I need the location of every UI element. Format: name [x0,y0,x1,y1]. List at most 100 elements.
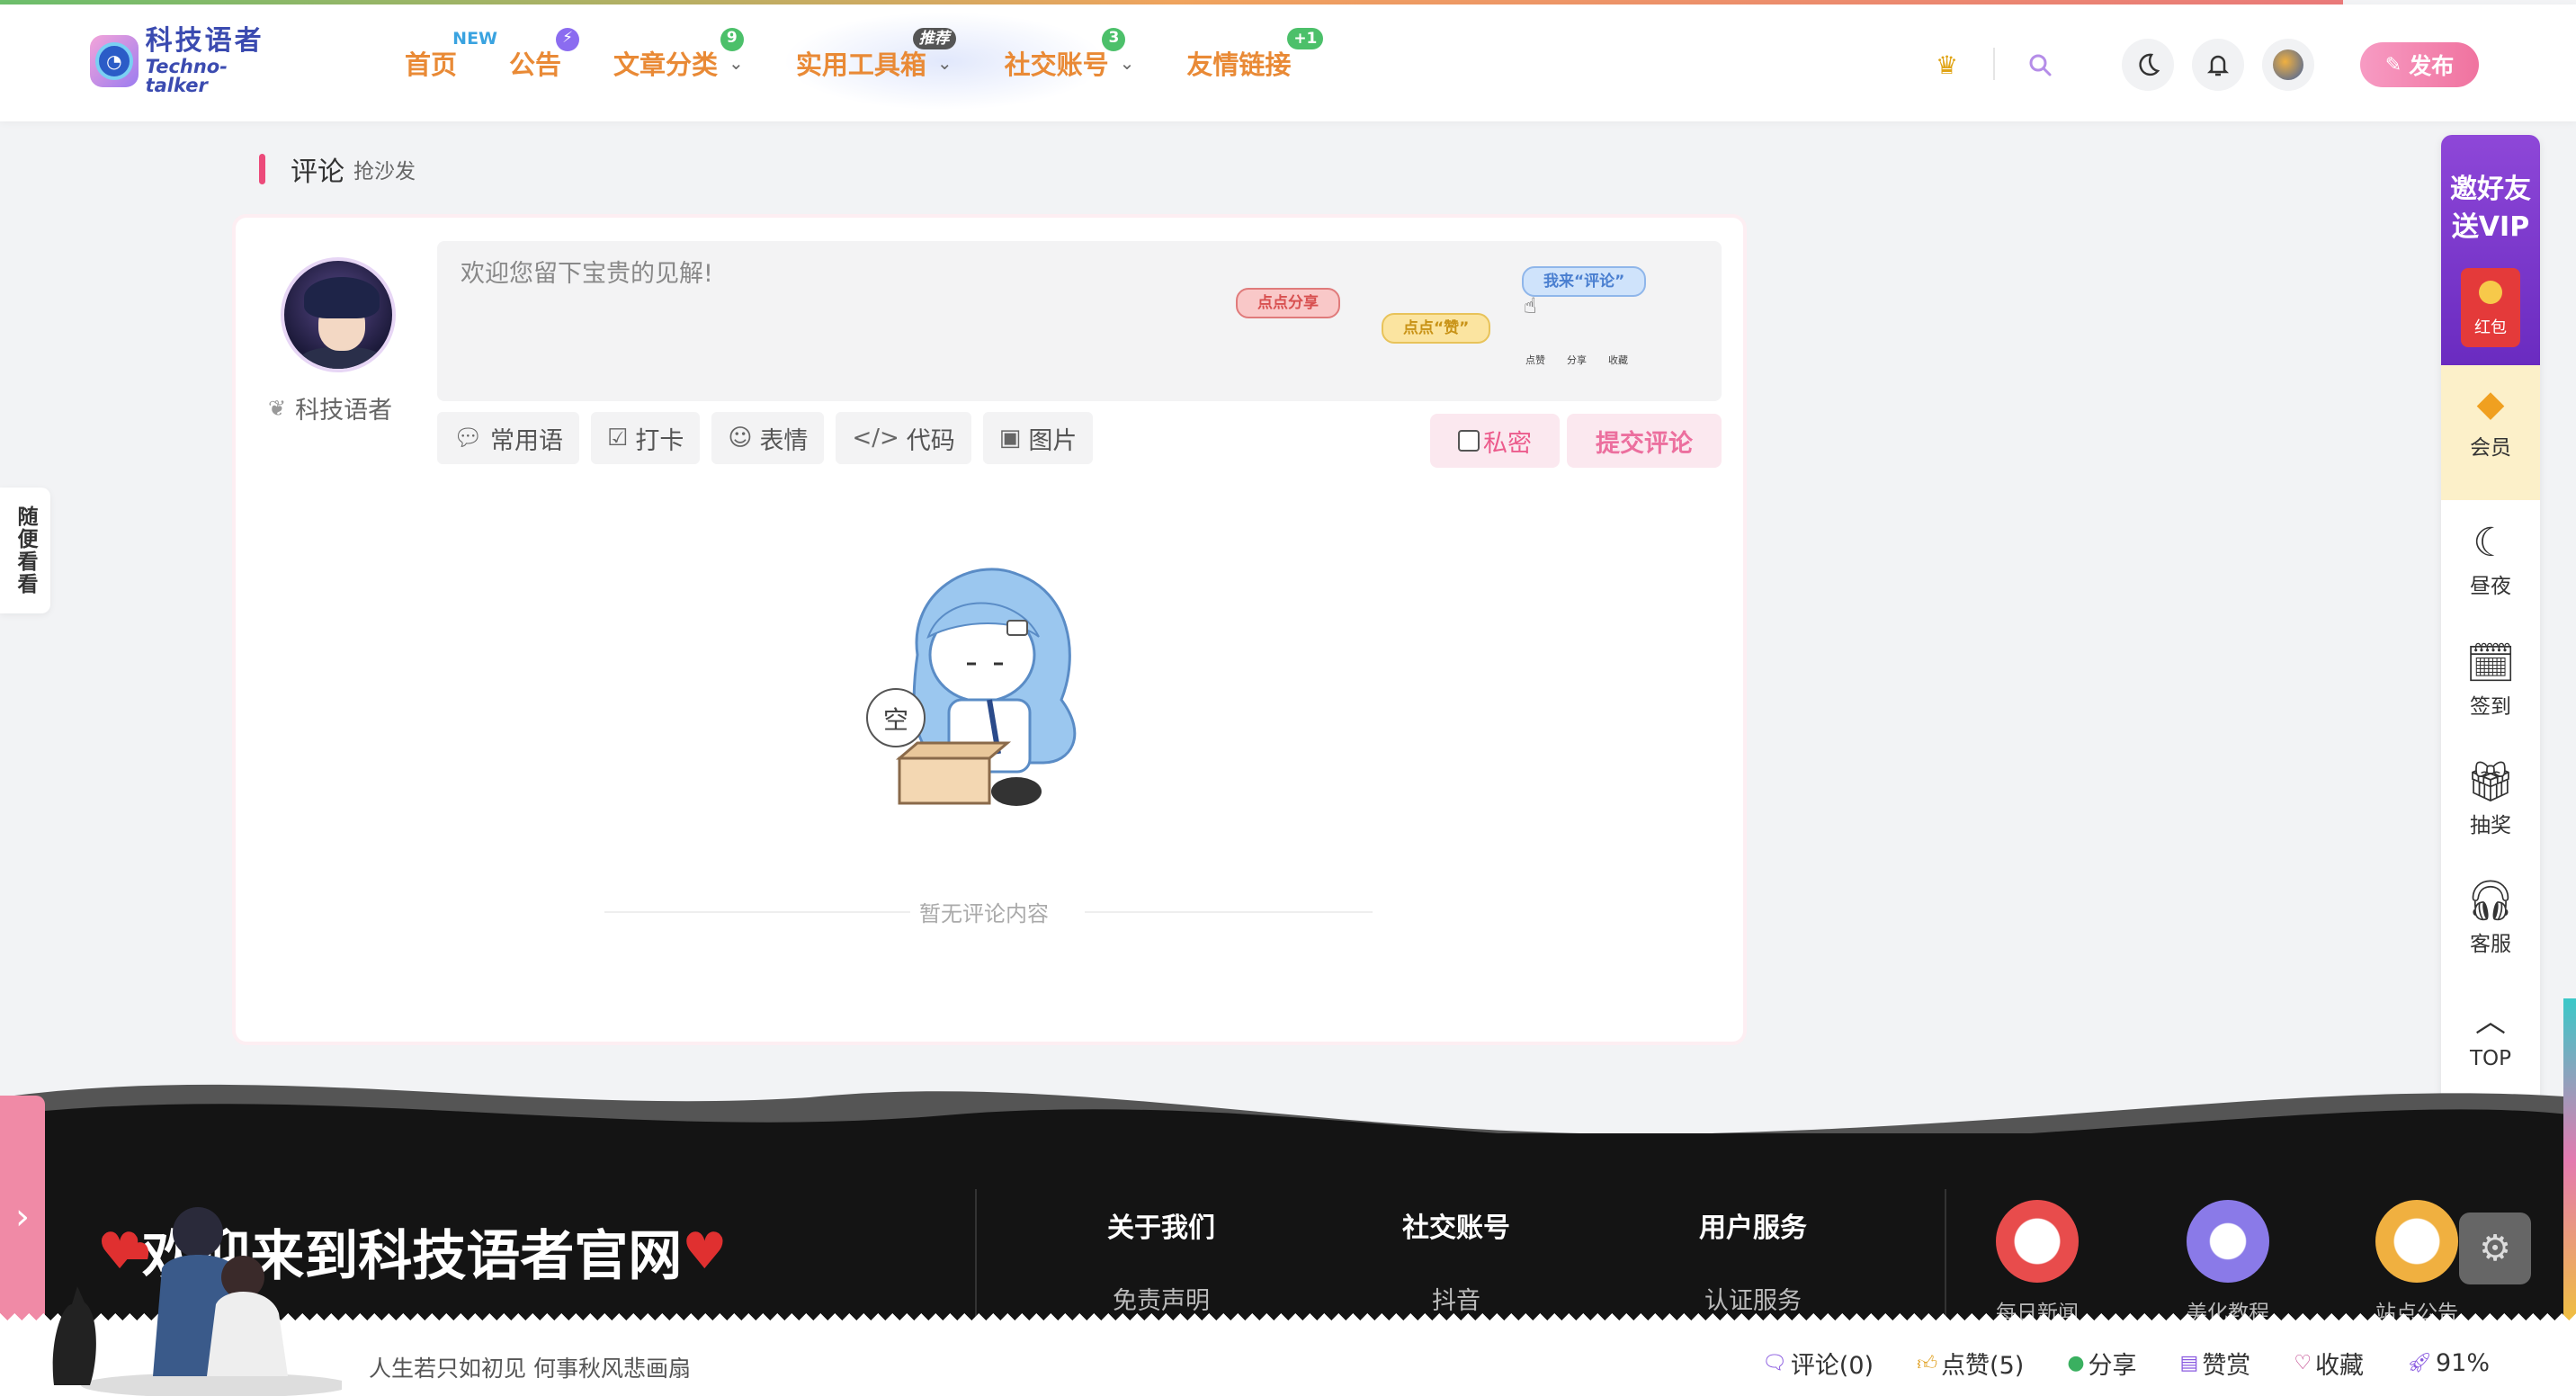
nav-social-label: 社交账号 [1004,49,1109,80]
nav-links[interactable]: 友情链接 +1 [1186,28,1324,82]
promo-tiny-fav: 收藏 [1608,354,1628,366]
read-progress[interactable]: 🚀︎ 91% [2407,1346,2490,1381]
common-phrases-button[interactable]: 💬︎ 常用语 [437,412,580,464]
lottery-button[interactable]: 🎁︎ 抽奖 [2441,757,2540,838]
nav-social[interactable]: 社交账号 3 ⌄ [1004,28,1135,82]
footer-col-about: 关于我们 免责声明 [1085,1205,1238,1316]
code-button[interactable]: </> 代码 [836,412,971,464]
comment-user: ❦ 科技语者 [268,390,392,425]
red-envelope-icon: 红包 [2461,268,2520,347]
lottery-label: 抽奖 [2470,814,2511,837]
couple-cat-illustration [52,1207,342,1396]
checkin-button[interactable]: ☑ 打卡 [591,412,701,464]
footer-link[interactable]: 抖音 [1380,1281,1533,1316]
news-icon [1996,1200,2079,1283]
chevron-down-icon: ⌄ [729,52,744,74]
heart-outline-icon: ♡ [2294,1352,2312,1374]
heart-icon: ♥ [682,1222,728,1281]
empty-illustration: 空 [866,568,1077,806]
private-toggle[interactable]: 私密 [1430,414,1560,468]
back-to-top-button[interactable]: ︿ TOP [2441,997,2540,1070]
day-night-label: 昼夜 [2470,575,2511,598]
nav-categories-badge: 9 [720,28,744,51]
title-accent-bar [259,154,265,184]
member-button[interactable]: ◆ 会员 [2441,365,2540,500]
app-site-notice[interactable]: 站点公告 [2358,1200,2475,1326]
nav-home[interactable]: 首页 NEW [405,29,497,82]
nav-toolbox[interactable]: 实用工具箱 推荐 ⌄ [796,28,956,82]
nav-home-label: 首页 [405,49,458,80]
footer-col-service: 用户服务 认证服务 [1677,1205,1829,1316]
favorite-button[interactable]: ♡ 收藏 [2294,1346,2364,1381]
footer-col-social: 社交账号 抖音 [1380,1205,1533,1316]
nav-social-badge: 3 [1102,28,1126,51]
search-icon[interactable] [2027,39,2053,91]
favorite-label: 收藏 [2315,1352,2365,1380]
image-button[interactable]: ▣ 图片 [982,412,1094,464]
nav-toolbox-badge: 推荐 [912,28,956,49]
book-icon [2187,1200,2269,1283]
like-button[interactable]: 👍︎ 点赞(5) [1917,1346,2024,1381]
day-night-button[interactable]: ☾ 昼夜 [2441,518,2540,599]
random-browse-tab[interactable]: 随便看看 [0,488,50,613]
nav-categories[interactable]: 文章分类 9 ⌄ [613,28,744,82]
promo-tiny-share: 分享 [1567,354,1587,366]
checkbox-icon: ☑ [607,425,629,452]
share-button[interactable]: ● 分享 [2067,1346,2136,1381]
emoji-button[interactable]: ☺ 表情 [711,412,825,464]
private-checkbox[interactable] [1458,430,1480,452]
chevron-right-icon: › [15,1196,30,1238]
diamond-icon: ◆ [2476,383,2505,425]
tool-label: 打卡 [635,426,684,455]
bell-icon[interactable] [2192,39,2244,91]
invite-vip-banner[interactable]: 邀好友送VIP 红包 [2441,135,2540,365]
footer-motto: 人生若只如初见 何事秋风悲画扇 [369,1356,691,1382]
chevron-down-icon: ⌄ [1119,52,1135,74]
footer-col-heading: 用户服务 [1699,1213,1807,1244]
site-logo[interactable]: ◔ 科技语者 Techno-talker [90,27,279,94]
footer-col-heading: 社交账号 [1402,1213,1510,1244]
vip-text: 邀好友送VIP [2450,174,2531,243]
logo-icon: ◔ [90,35,139,87]
support-button[interactable]: 🎧︎ 客服 [2441,876,2540,957]
speech-bubble-icon: 💬︎ [453,425,484,452]
side-color-strip [2563,998,2576,1322]
reward-icon: ▤ [2179,1352,2199,1374]
moon-icon[interactable] [2122,39,2174,91]
moon-icon: ☾ [2473,520,2509,566]
comment-input[interactable]: 欢迎您留下宝贵的见解! 点点分享 点点“赞” 我来“评论” ☝ 点赞 分享 收藏 [437,241,1722,401]
footer-divider [1945,1189,1946,1322]
settings-gear-icon[interactable]: ⚙ [2459,1213,2531,1284]
main-nav: 首页 NEW 公告 ⚡ 文章分类 9 ⌄ 实用工具箱 推荐 ⌄ 社交账号 3 ⌄… [405,28,1343,91]
calendar-check-icon: 🗓︎ [2465,640,2516,686]
comment-count-button[interactable]: 🗨︎ 评论(0) [1762,1346,1874,1381]
avatar[interactable] [281,257,396,372]
app-tutorial[interactable]: 美化教程 [2169,1200,2286,1326]
share-label: 分享 [2088,1352,2137,1380]
chevron-down-icon: ⌄ [936,52,953,74]
nav-home-badge: NEW [452,29,498,49]
reward-button[interactable]: ▤ 赞赏 [2180,1346,2251,1381]
smile-icon: ☺ [728,425,753,452]
comment-subtitle: 抢沙发 [353,160,416,183]
bottom-bar-edge [0,1313,2576,1328]
checkin-side-button[interactable]: 🗓︎ 签到 [2441,639,2540,720]
comment-section-title: 评论 抢沙发 [259,149,416,189]
member-label: 会员 [2470,436,2511,460]
comment-toolbar: 💬︎ 常用语 ☑ 打卡 ☺ 表情 </> 代码 ▣ 图片 [437,412,1105,464]
submit-comment-button[interactable]: 提交评论 [1567,414,1722,468]
empty-text: 暂无评论内容 [919,901,1049,926]
globe-avatar-icon[interactable] [2262,39,2314,91]
app-daily-news[interactable]: 每日新闻 [1979,1200,2096,1326]
crown-icon[interactable]: ♛ [1936,39,1958,91]
support-label: 客服 [2470,933,2511,956]
publish-button[interactable]: ✎ 发布 [2360,42,2479,87]
headset-icon: 🎧︎ [2465,878,2516,924]
user-badge-icon: ❦ [268,395,287,421]
footer-link[interactable]: 认证服务 [1677,1281,1829,1316]
nav-notice[interactable]: 公告 ⚡ [509,28,580,82]
tool-label: 常用语 [490,426,564,455]
bottom-actions: 🗨︎ 评论(0) 👍︎ 点赞(5) ● 分享 ▤ 赞赏 ♡ 收藏 🚀︎ 91% [1719,1346,2490,1381]
thumbs-up-icon: 👍︎ [1917,1353,1938,1375]
footer-link[interactable]: 免责声明 [1085,1281,1238,1316]
